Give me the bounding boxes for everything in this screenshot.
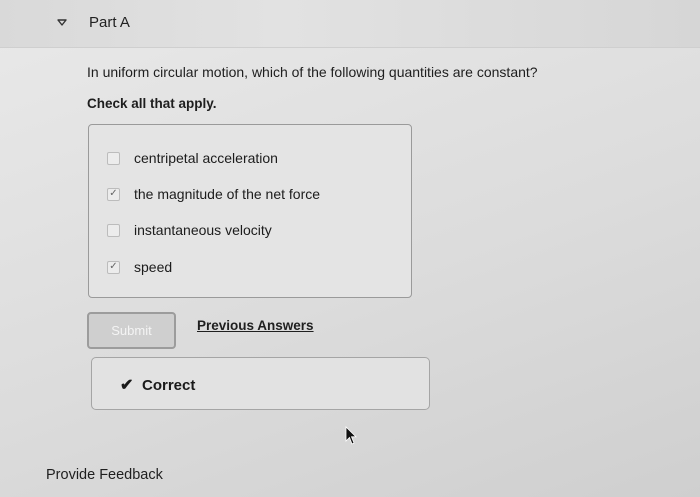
result-text: Correct xyxy=(142,377,196,394)
checkbox-checked-icon[interactable]: ✓ xyxy=(107,187,120,201)
checkbox-checked-icon[interactable]: ✓ xyxy=(107,260,120,274)
triangle-down-icon[interactable] xyxy=(56,16,68,28)
option-label: the magnitude of the net force xyxy=(134,186,321,202)
checkmark-icon: ✔ xyxy=(120,377,134,394)
option-instantaneous-velocity[interactable]: instantaneous velocity xyxy=(107,218,272,242)
result-feedback-box: ✔ Correct xyxy=(91,357,430,410)
checkbox-icon[interactable] xyxy=(107,223,120,237)
option-label: instantaneous velocity xyxy=(134,222,272,238)
provide-feedback-link[interactable]: Provide Feedback xyxy=(46,467,163,483)
option-speed[interactable]: ✓ speed xyxy=(107,255,172,279)
question-text: In uniform circular motion, which of the… xyxy=(87,64,538,80)
option-label: centripetal acceleration xyxy=(134,150,278,166)
option-net-force-magnitude[interactable]: ✓ the magnitude of the net force xyxy=(107,182,320,206)
option-label: speed xyxy=(134,259,173,275)
checkbox-icon[interactable] xyxy=(107,151,120,165)
submit-button[interactable]: Submit xyxy=(87,312,176,349)
previous-answers-link[interactable]: Previous Answers xyxy=(197,318,314,333)
option-centripetal-acceleration[interactable]: centripetal acceleration xyxy=(107,146,278,170)
instruction-text: Check all that apply. xyxy=(87,96,217,111)
mouse-cursor-icon xyxy=(345,426,357,445)
options-panel: centripetal acceleration ✓ the magnitude… xyxy=(88,124,412,298)
part-title[interactable]: Part A xyxy=(89,14,130,31)
